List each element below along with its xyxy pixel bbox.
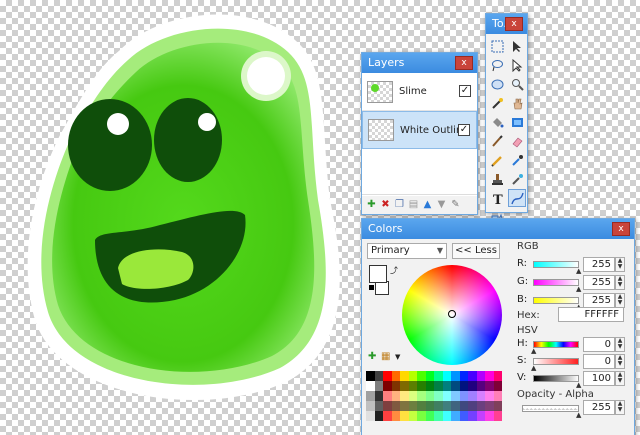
add-palette-color-icon[interactable]: ✚ bbox=[368, 351, 376, 362]
delete-layer-icon[interactable]: ✖ bbox=[380, 199, 391, 210]
rectangle-select-icon[interactable] bbox=[488, 37, 506, 55]
hue-value-field[interactable]: 0 bbox=[583, 337, 615, 352]
layers-titlebar[interactable]: Layers x bbox=[362, 53, 477, 73]
magic-wand-icon[interactable] bbox=[488, 94, 506, 112]
blue-value-field[interactable]: 255 bbox=[583, 293, 615, 308]
slider-caret-icon: ▲ bbox=[576, 411, 582, 419]
slider-caret-icon: ▲ bbox=[576, 381, 582, 389]
opacity-label: Opacity - Alpha bbox=[517, 389, 594, 400]
duplicate-layer-icon[interactable]: ❐ bbox=[394, 199, 405, 210]
colors-titlebar[interactable]: Colors x bbox=[362, 219, 634, 239]
value-label: V: bbox=[517, 372, 527, 383]
red-spinner[interactable]: ▲ ▼ bbox=[615, 257, 625, 272]
left-eye bbox=[68, 99, 152, 191]
colors-panel: Colors x Primary ▼ << Less ⤴ ✚ ▦ ▼ RGB R… bbox=[361, 218, 635, 435]
layers-panel: Layers x Slime ✓ White Outline ✓ ✚ ✖ ❐ ▤… bbox=[361, 52, 478, 215]
layers-toolbar: ✚ ✖ ❐ ▤ ▲ ▼ ✎ bbox=[362, 194, 477, 214]
hue-slider[interactable] bbox=[533, 341, 579, 348]
alpha-value-field[interactable]: 255 bbox=[583, 400, 615, 415]
clone-stamp-icon[interactable] bbox=[488, 170, 506, 188]
swap-colors-icon[interactable]: ⤴ bbox=[390, 265, 398, 276]
green-value-field[interactable]: 255 bbox=[583, 275, 615, 290]
value-spinner[interactable]: ▲ ▼ bbox=[615, 371, 625, 386]
eraser-icon[interactable] bbox=[508, 132, 526, 150]
less-button[interactable]: << Less bbox=[452, 243, 500, 259]
lasso-select-icon[interactable] bbox=[488, 56, 506, 74]
layers-title: Layers bbox=[368, 56, 405, 69]
slider-caret-icon: ▲ bbox=[531, 364, 537, 372]
layer-visibility-checkbox[interactable]: ✓ bbox=[458, 124, 470, 136]
color-picker-icon[interactable] bbox=[508, 151, 526, 169]
layer-thumbnail bbox=[367, 80, 393, 103]
value-value-field[interactable]: 100 bbox=[583, 371, 615, 386]
paint-bucket-icon[interactable] bbox=[488, 113, 506, 131]
gradient-icon[interactable] bbox=[508, 113, 526, 131]
close-icon[interactable]: x bbox=[505, 17, 523, 31]
red-label: R: bbox=[517, 258, 528, 269]
color-wheel-marker[interactable] bbox=[448, 310, 456, 318]
hue-spinner[interactable]: ▲ ▼ bbox=[615, 337, 625, 352]
select-value: Primary bbox=[371, 245, 410, 256]
red-slider[interactable] bbox=[533, 261, 579, 268]
saturation-slider[interactable] bbox=[533, 358, 579, 365]
close-icon[interactable]: x bbox=[612, 222, 630, 236]
chevron-down-icon[interactable]: ▼ bbox=[395, 353, 400, 361]
paintbrush-icon[interactable] bbox=[488, 132, 506, 150]
recolor-icon[interactable] bbox=[508, 170, 526, 188]
tools-panel: To... x T bbox=[485, 13, 528, 222]
line-curve-icon[interactable] bbox=[508, 189, 526, 207]
pan-icon[interactable] bbox=[508, 94, 526, 112]
svg-text:T: T bbox=[493, 193, 503, 205]
primary-color-swatch[interactable] bbox=[369, 265, 387, 283]
hex-value-field[interactable]: FFFFFF bbox=[558, 307, 624, 322]
saturation-value-field[interactable]: 0 bbox=[583, 354, 615, 369]
layer-name: Slime bbox=[399, 86, 427, 97]
merge-layer-icon[interactable]: ▤ bbox=[408, 199, 419, 210]
blue-spinner[interactable]: ▲ ▼ bbox=[615, 293, 625, 308]
chevron-down-icon: ▼ bbox=[436, 246, 443, 255]
colors-title: Colors bbox=[368, 222, 403, 235]
rgb-section-label: RGB bbox=[517, 241, 539, 252]
tools-titlebar[interactable]: To... x bbox=[486, 14, 527, 34]
slider-caret-icon: ▲ bbox=[531, 347, 537, 355]
layer-properties-icon[interactable]: ✎ bbox=[450, 199, 461, 210]
green-slider[interactable] bbox=[533, 279, 579, 286]
add-layer-icon[interactable]: ✚ bbox=[366, 199, 377, 210]
move-selection-outline-icon[interactable] bbox=[508, 56, 526, 74]
blue-slider[interactable] bbox=[533, 297, 579, 304]
alpha-slider[interactable] bbox=[522, 405, 579, 412]
slider-caret-icon: ▲ bbox=[576, 267, 582, 275]
primary-secondary-select[interactable]: Primary ▼ bbox=[367, 243, 447, 259]
red-value-field[interactable]: 255 bbox=[583, 257, 615, 272]
layer-row-white-outline[interactable]: White Outline ✓ bbox=[362, 111, 477, 149]
close-icon[interactable]: x bbox=[455, 56, 473, 70]
move-selection-icon[interactable] bbox=[508, 37, 526, 55]
secondary-color-swatch[interactable] bbox=[375, 281, 389, 295]
hex-label: Hex: bbox=[517, 310, 540, 321]
pencil-icon[interactable] bbox=[488, 151, 506, 169]
green-label: G: bbox=[517, 276, 529, 287]
layer-row-slime[interactable]: Slime ✓ bbox=[362, 73, 477, 111]
move-layer-down-icon[interactable]: ▼ bbox=[436, 199, 447, 210]
hue-label: H: bbox=[517, 338, 528, 349]
move-layer-up-icon[interactable]: ▲ bbox=[422, 199, 433, 210]
value-slider[interactable] bbox=[533, 375, 579, 382]
alpha-spinner[interactable]: ▲ ▼ bbox=[615, 400, 625, 415]
layer-thumbnail bbox=[368, 119, 394, 141]
hsv-section-label: HSV bbox=[517, 325, 538, 336]
palette-menu-icon[interactable]: ▦ bbox=[381, 351, 390, 362]
default-colors-icon[interactable] bbox=[369, 285, 374, 290]
saturation-label: S: bbox=[517, 355, 527, 366]
saturation-spinner[interactable]: ▲ ▼ bbox=[615, 354, 625, 369]
green-spinner[interactable]: ▲ ▼ bbox=[615, 275, 625, 290]
right-eye bbox=[154, 98, 222, 182]
ellipse-select-icon[interactable] bbox=[488, 75, 506, 93]
zoom-icon[interactable] bbox=[508, 75, 526, 93]
blue-label: B: bbox=[517, 294, 528, 305]
slider-caret-icon: ▲ bbox=[576, 285, 582, 293]
layer-visibility-checkbox[interactable]: ✓ bbox=[459, 85, 471, 97]
text-icon[interactable]: T bbox=[488, 189, 506, 207]
